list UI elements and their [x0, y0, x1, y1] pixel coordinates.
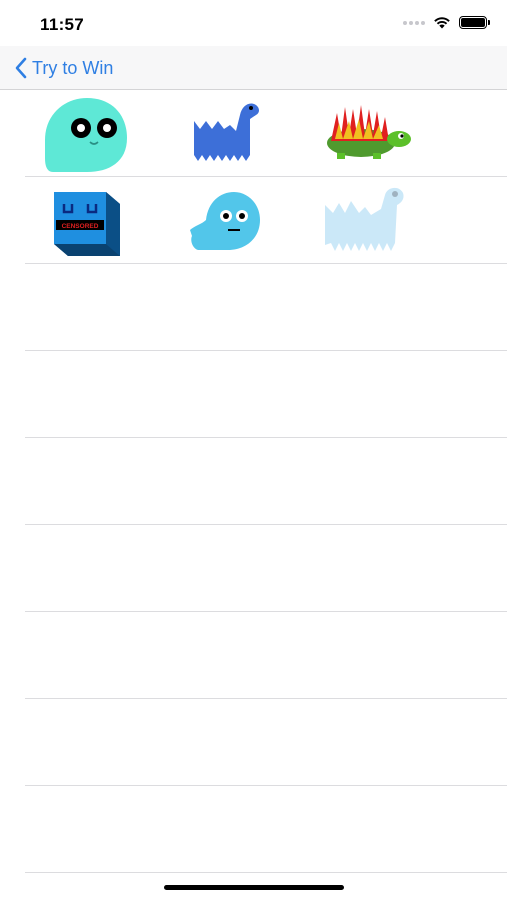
battery-icon: [459, 16, 490, 29]
row-separator: [25, 872, 507, 873]
character-cell-censored-cube[interactable]: CENSORED: [30, 177, 140, 264]
table-row[interactable]: [0, 525, 507, 612]
character-cell-ghost-blob[interactable]: [30, 90, 140, 177]
table-row: [0, 90, 507, 177]
table-row[interactable]: [0, 438, 507, 525]
home-indicator[interactable]: [164, 885, 344, 890]
censored-label: CENSORED: [62, 223, 99, 230]
character-cell-blue-dinosaur[interactable]: [170, 90, 280, 177]
ghost-blob-character-icon: [45, 97, 127, 172]
character-table[interactable]: CENSORED: [0, 90, 507, 880]
character-cell-spiky-turtle[interactable]: [310, 90, 420, 177]
status-time: 11:57: [40, 15, 85, 34]
cellular-dots-icon: [403, 20, 425, 25]
spiky-turtle-character-icon: [327, 104, 411, 159]
table-row[interactable]: [0, 264, 507, 351]
back-button[interactable]: Try to Win: [14, 54, 113, 82]
wifi-icon: [434, 17, 450, 29]
back-button-label: Try to Win: [32, 57, 114, 78]
character-cell-faded-dinosaur[interactable]: [310, 177, 420, 264]
censored-cube-character-icon: CENSORED: [54, 191, 120, 256]
table-row[interactable]: [0, 786, 507, 873]
table-row[interactable]: [0, 699, 507, 786]
chevron-left-icon: [15, 57, 27, 79]
character-cell-smiling-ghost[interactable]: [170, 177, 280, 264]
status-icons: [403, 16, 490, 29]
blue-dinosaur-character-icon: [194, 102, 259, 161]
status-bar: 11:57: [0, 0, 507, 46]
smiling-ghost-character-icon: [190, 191, 260, 250]
table-row[interactable]: [0, 612, 507, 699]
navigation-bar: Try to Win: [0, 46, 507, 90]
table-row: CENSORED: [0, 177, 507, 264]
faded-dinosaur-character-icon: [325, 187, 404, 251]
table-row[interactable]: [0, 351, 507, 438]
